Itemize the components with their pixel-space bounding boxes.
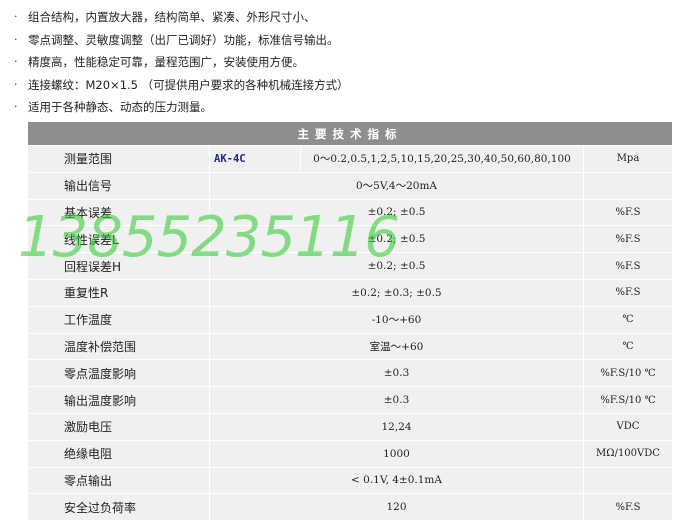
- param-value: 室温～+60: [210, 333, 583, 360]
- param-name: 输出温度影响: [28, 387, 209, 413]
- param-value: ±0.2; ±0.5: [210, 253, 583, 279]
- table-row: 测量范围 AK-4C 0～0.2,0.5,1,2,5,10,15,20,25,3…: [28, 146, 672, 172]
- param-unit: ℃: [584, 306, 672, 333]
- bullet: ·: [14, 32, 18, 46]
- model-label: AK-4C: [210, 146, 300, 172]
- param-unit: MΩ/100VDC: [584, 440, 672, 467]
- table-row: 基本误差 ±0.2; ±0.5 %F.S: [28, 199, 672, 226]
- table-row: 工作温度 -10～+60 ℃: [28, 306, 672, 333]
- table-row: 激励电压 12,24 VDC: [28, 413, 672, 440]
- table-header-row: 主要技术指标: [28, 122, 672, 145]
- table-row: 输出温度影响 ±0.3 %F.S/10 ℃: [28, 387, 672, 413]
- table-row: 重复性R ±0.2; ±0.3; ±0.5 %F.S: [28, 279, 672, 306]
- table-row: 零点输出 < 0.1V, 4±0.1mA: [28, 467, 672, 494]
- param-name: 零点温度影响: [28, 360, 209, 387]
- feature-item: · 适用于各种静态、动态的压力测量。: [10, 96, 349, 119]
- param-unit: %F.S: [584, 226, 672, 253]
- feature-item: · 连接螺纹：M20×1.5 （可提供用户要求的各种机械连接方式）: [10, 74, 349, 97]
- param-unit: [584, 172, 672, 199]
- param-value: -10～+60: [210, 306, 583, 333]
- param-unit: VDC: [584, 413, 672, 440]
- param-value: 0～5V,4～20mA: [210, 172, 583, 199]
- bullet: ·: [14, 10, 18, 23]
- feature-text: 适用于各种静态、动态的压力测量。: [28, 100, 212, 114]
- table-title: 主要技术指标: [28, 122, 672, 145]
- param-name: 温度补偿范围: [28, 333, 209, 360]
- param-unit: %F.S: [584, 199, 672, 226]
- param-unit: %F.S: [584, 279, 672, 306]
- param-value: ±0.3: [210, 387, 583, 413]
- param-name: 安全过负荷率: [28, 494, 209, 521]
- feature-text: 组合结构，内置放大器，结构简单、紧凑、外形尺寸小、: [28, 10, 316, 24]
- bullet: ·: [14, 100, 18, 113]
- param-name: 回程误差H: [28, 253, 209, 279]
- param-name: 线性误差L: [28, 226, 209, 253]
- spec-table: 主要技术指标 测量范围 AK-4C 0～0.2,0.5,1,2,5,10,15,…: [27, 121, 673, 522]
- table-row: 线性误差L ±0.2; ±0.5 %F.S: [28, 226, 672, 253]
- param-value: 1000: [210, 440, 583, 467]
- param-unit: %F.S/10 ℃: [584, 387, 672, 413]
- param-value: ±0.2; ±0.3; ±0.5: [210, 279, 583, 306]
- param-value: ±0.2; ±0.5: [210, 199, 583, 226]
- param-name: 激励电压: [28, 413, 209, 440]
- bullet: ·: [14, 77, 18, 91]
- feature-text: 连接螺纹：M20×1.5 （可提供用户要求的各种机械连接方式）: [28, 77, 349, 92]
- table-row: 零点温度影响 ±0.3 %F.S/10 ℃: [28, 360, 672, 387]
- table-row: 输出信号 0～5V,4～20mA: [28, 172, 672, 199]
- feature-item: · 精度高，性能稳定可靠，量程范围广，安装使用方便。: [10, 51, 349, 74]
- param-name: 测量范围: [28, 146, 209, 172]
- table-row: 安全过负荷率 120 %F.S: [28, 494, 672, 521]
- table-row: 温度补偿范围 室温～+60 ℃: [28, 333, 672, 360]
- param-value: < 0.1V, 4±0.1mA: [210, 467, 583, 494]
- bullet: ·: [14, 55, 18, 68]
- param-unit: ℃: [584, 333, 672, 360]
- feature-item: · 组合结构，内置放大器，结构简单、紧凑、外形尺寸小、: [10, 6, 349, 29]
- param-unit: %F.S: [584, 253, 672, 279]
- param-value: ±0.2; ±0.5: [210, 226, 583, 253]
- param-name: 绝缘电阻: [28, 440, 209, 467]
- param-value: 120: [210, 494, 583, 521]
- param-unit: Mpa: [584, 146, 672, 172]
- table-row: 回程误差H ±0.2; ±0.5 %F.S: [28, 253, 672, 279]
- param-unit: %F.S: [584, 494, 672, 521]
- param-value: 0～0.2,0.5,1,2,5,10,15,20,25,30,40,50,60,…: [301, 146, 583, 172]
- param-unit: [584, 467, 672, 494]
- param-name: 零点输出: [28, 467, 209, 494]
- feature-text: 精度高，性能稳定可靠，量程范围广，安装使用方便。: [28, 55, 304, 69]
- param-name: 输出信号: [28, 172, 209, 199]
- feature-text: 零点调整、灵敏度调整（出厂已调好）功能，标准信号输出。: [28, 32, 339, 47]
- param-name: 重复性R: [28, 279, 209, 306]
- param-unit: %F.S/10 ℃: [584, 360, 672, 387]
- param-value: 12,24: [210, 413, 583, 440]
- feature-list: · 组合结构，内置放大器，结构简单、紧凑、外形尺寸小、 · 零点调整、灵敏度调整（出…: [10, 6, 349, 119]
- param-name: 工作温度: [28, 306, 209, 333]
- param-value: ±0.3: [210, 360, 583, 387]
- table-row: 绝缘电阻 1000 MΩ/100VDC: [28, 440, 672, 467]
- feature-item: · 零点调整、灵敏度调整（出厂已调好）功能，标准信号输出。: [10, 29, 349, 52]
- param-name: 基本误差: [28, 199, 209, 226]
